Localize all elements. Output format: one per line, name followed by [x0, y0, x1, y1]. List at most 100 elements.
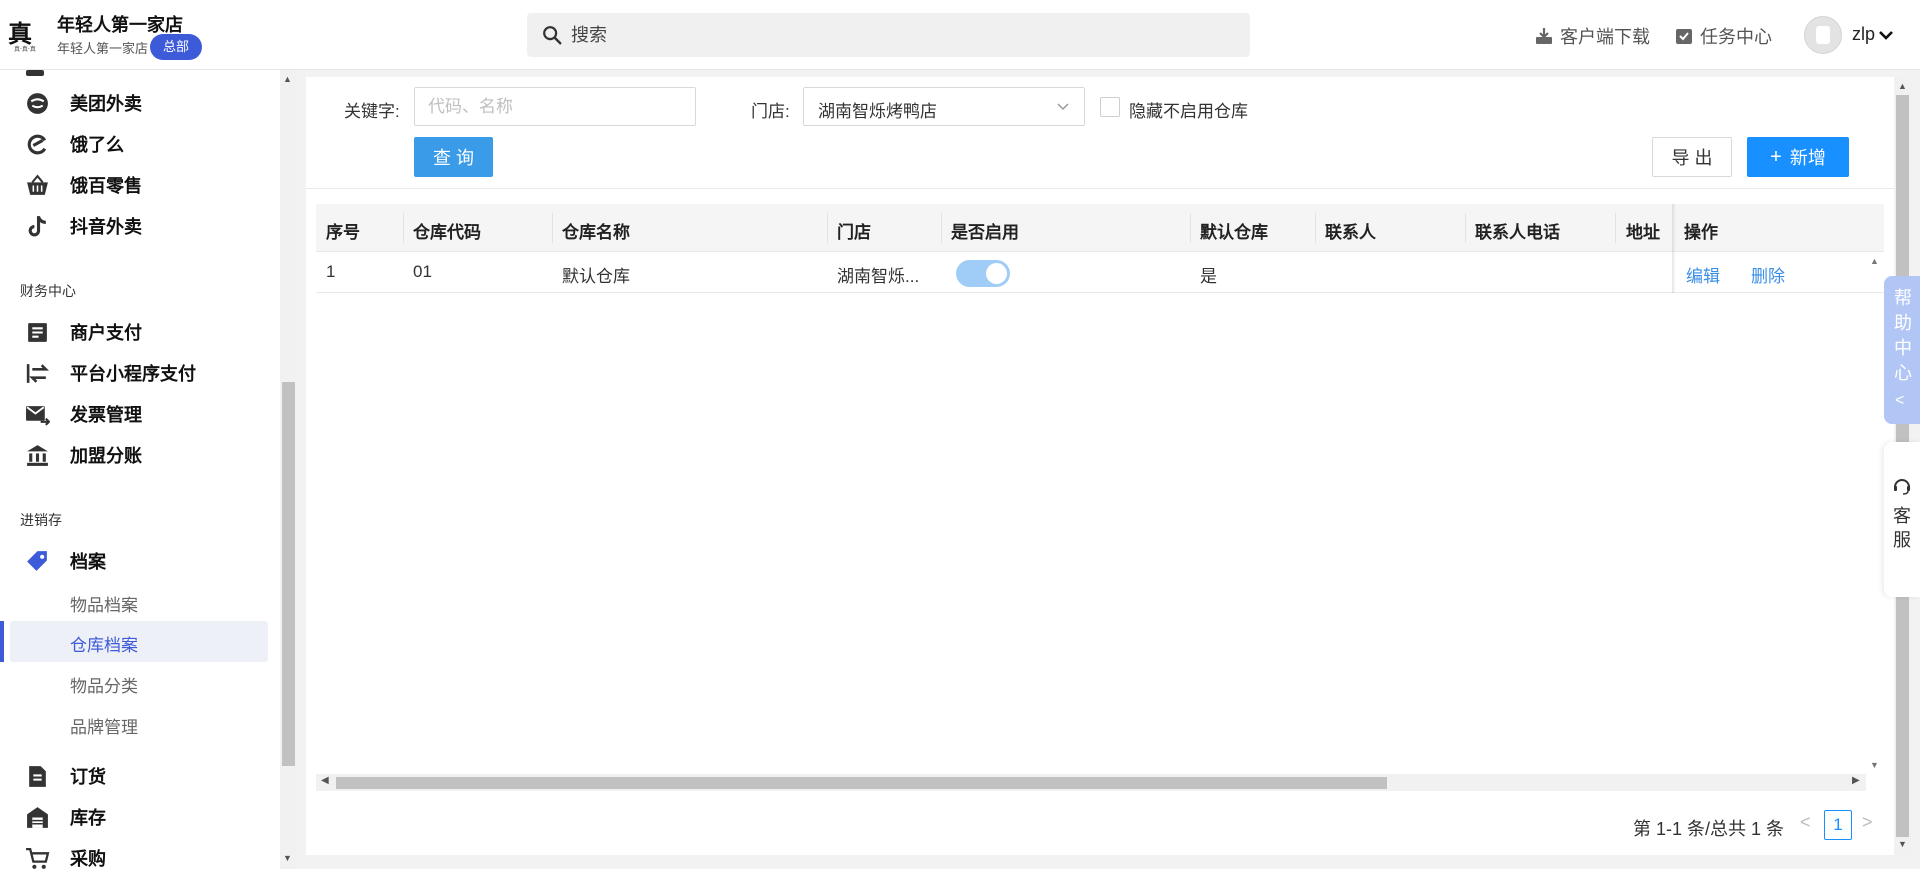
task-center-label: 任务中心: [1700, 27, 1772, 47]
column-separator: [552, 213, 553, 243]
search-icon: [543, 26, 562, 45]
eleme-icon: [27, 134, 47, 155]
sidebar-item-franchise-split[interactable]: 加盟分账: [0, 434, 270, 475]
sidebar-item-meituan[interactable]: 美团外卖: [0, 82, 270, 123]
scroll-right-arrow[interactable]: ▶: [1852, 775, 1860, 786]
sidebar-item-miniapp-pay[interactable]: 平台小程序支付: [0, 352, 270, 393]
scroll-up-arrow[interactable]: ▲: [283, 74, 292, 84]
prev-page-button[interactable]: <: [1800, 812, 1811, 833]
col-name: 仓库名称: [562, 223, 630, 242]
logo-small-text: 真·真·真: [14, 46, 36, 53]
sidebar-subitem-brand[interactable]: 品牌管理: [10, 703, 268, 744]
table-horizontal-scrollbar[interactable]: ◀ ▶: [316, 774, 1866, 791]
col-address: 地址: [1626, 223, 1660, 242]
fixed-column-shadow: [1672, 204, 1676, 293]
hide-disabled-label[interactable]: 隐藏不启用仓库: [1129, 97, 1248, 122]
task-center-link[interactable]: 任务中心: [1674, 22, 1772, 50]
sidebar-subitem-warehouse-archive[interactable]: 仓库档案: [10, 621, 268, 662]
query-button[interactable]: 查 询: [414, 137, 493, 177]
current-page-button[interactable]: 1: [1824, 810, 1852, 840]
sidebar-item-label: 饿百零售: [70, 175, 142, 196]
column-separator: [1190, 213, 1191, 243]
sidebar-subitem-label: 物品分类: [70, 677, 138, 696]
scroll-down-arrow[interactable]: ▼: [283, 853, 292, 863]
sidebar-subitem-label: 仓库档案: [70, 636, 138, 655]
store-select[interactable]: 湖南智烁烤鸭店: [803, 87, 1085, 126]
query-button-label: 查 询: [432, 148, 474, 168]
column-separator: [1315, 213, 1316, 243]
col-default: 默认仓库: [1200, 223, 1268, 242]
sidebar-item-douyin[interactable]: 抖音外卖: [0, 205, 270, 246]
scroll-left-arrow[interactable]: ◀: [321, 775, 329, 786]
filter-divider: [306, 188, 1894, 189]
delete-link[interactable]: 删除: [1751, 262, 1785, 287]
column-separator: [941, 213, 942, 243]
next-page-button[interactable]: >: [1862, 812, 1873, 833]
col-actions: 操作: [1684, 223, 1718, 242]
sidebar-subitem-goods-archive[interactable]: 物品档案: [10, 581, 268, 622]
sidebar-item-label: 采购: [70, 848, 106, 869]
headset-icon: [1894, 479, 1910, 495]
user-menu[interactable]: zlp: [1852, 24, 1893, 45]
edit-link[interactable]: 编辑: [1686, 262, 1720, 287]
partial-menu-icon: [26, 70, 44, 76]
table-scroll-thumb[interactable]: [336, 777, 1387, 789]
store-logo[interactable]: 真 真·真·真: [8, 14, 44, 54]
customer-service-tab[interactable]: 客服: [1884, 442, 1920, 597]
sidebar-scroll-thumb[interactable]: [282, 382, 295, 766]
keyword-field[interactable]: [414, 87, 696, 126]
tag-icon: [27, 551, 47, 571]
col-code: 仓库代码: [413, 223, 481, 242]
chevron-left-icon: <: [1895, 392, 1905, 409]
column-separator: [827, 213, 828, 243]
sidebar-item-purchase[interactable]: 采购: [0, 837, 270, 869]
global-search[interactable]: [527, 13, 1250, 57]
sidebar-item-archive[interactable]: 档案: [0, 540, 270, 581]
section-finance: 财务中心: [20, 283, 76, 299]
col-phone: 联系人电话: [1475, 223, 1560, 242]
document-icon: [28, 323, 47, 342]
add-button[interactable]: + 新增: [1747, 137, 1849, 177]
export-button[interactable]: 导 出: [1652, 137, 1732, 177]
sidebar-item-label: 发票管理: [70, 404, 142, 425]
cell-default: 是: [1200, 267, 1217, 286]
invoice-mail-icon: [26, 406, 50, 426]
sidebar-item-ebai[interactable]: 饿百零售: [0, 164, 270, 205]
add-button-label: 新增: [1789, 148, 1826, 168]
client-download-label: 客户端下载: [1560, 27, 1650, 47]
search-input[interactable]: [571, 13, 1231, 57]
hide-disabled-checkbox[interactable]: [1100, 97, 1120, 117]
sidebar: 美团外卖 饿了么 饿百零售 抖音外卖 财务中心 商户支付 平台小程序支付 发票管…: [0, 70, 297, 869]
help-center-tab[interactable]: 帮助中心 <: [1884, 276, 1920, 424]
chevron-down-icon: [1057, 103, 1069, 111]
scroll-up-arrow[interactable]: ▲: [1870, 256, 1879, 266]
keyword-label: 关键字:: [344, 102, 400, 121]
user-avatar[interactable]: [1804, 16, 1842, 54]
sidebar-scrollbar[interactable]: ▲ ▼: [280, 70, 297, 869]
scroll-down-arrow[interactable]: ▼: [1870, 760, 1879, 770]
scroll-up-arrow[interactable]: ▲: [1898, 81, 1907, 91]
client-download-link[interactable]: 客户端下载: [1534, 22, 1650, 50]
sidebar-subitem-label: 品牌管理: [70, 718, 138, 737]
col-index: 序号: [326, 223, 360, 242]
main-panel: 关键字: 门店: 湖南智烁烤鸭店 隐藏不启用仓库 查 询 导 出 + 新增 序号…: [306, 77, 1894, 855]
keyword-input[interactable]: [415, 88, 695, 125]
username-label: zlp: [1852, 24, 1876, 44]
enabled-toggle[interactable]: [956, 260, 1010, 287]
scroll-down-arrow[interactable]: ▼: [1898, 839, 1907, 849]
cell-code: 01: [413, 262, 432, 281]
sidebar-item-stock[interactable]: 库存: [0, 796, 270, 837]
table-vertical-scrollbar[interactable]: ▲ ▼: [1864, 252, 1884, 774]
top-header: 真 真·真·真 年轻人第一家店 年轻人第一家店 总部 客户端下载 任务中心 zl…: [0, 0, 1920, 70]
sidebar-item-label: 饿了么: [70, 134, 124, 155]
sidebar-subitem-goods-category[interactable]: 物品分类: [10, 662, 268, 703]
sidebar-item-eleme[interactable]: 饿了么: [0, 123, 270, 164]
download-icon: [1536, 28, 1552, 44]
basket-icon: [27, 174, 48, 195]
bank-icon: [27, 445, 48, 466]
sidebar-item-ordering[interactable]: 订货: [0, 755, 270, 796]
col-enabled: 是否启用: [951, 223, 1019, 242]
sidebar-item-invoice[interactable]: 发票管理: [0, 393, 270, 434]
sidebar-item-merchant-pay[interactable]: 商户支付: [0, 311, 270, 352]
chevron-down-icon: [1879, 30, 1893, 40]
